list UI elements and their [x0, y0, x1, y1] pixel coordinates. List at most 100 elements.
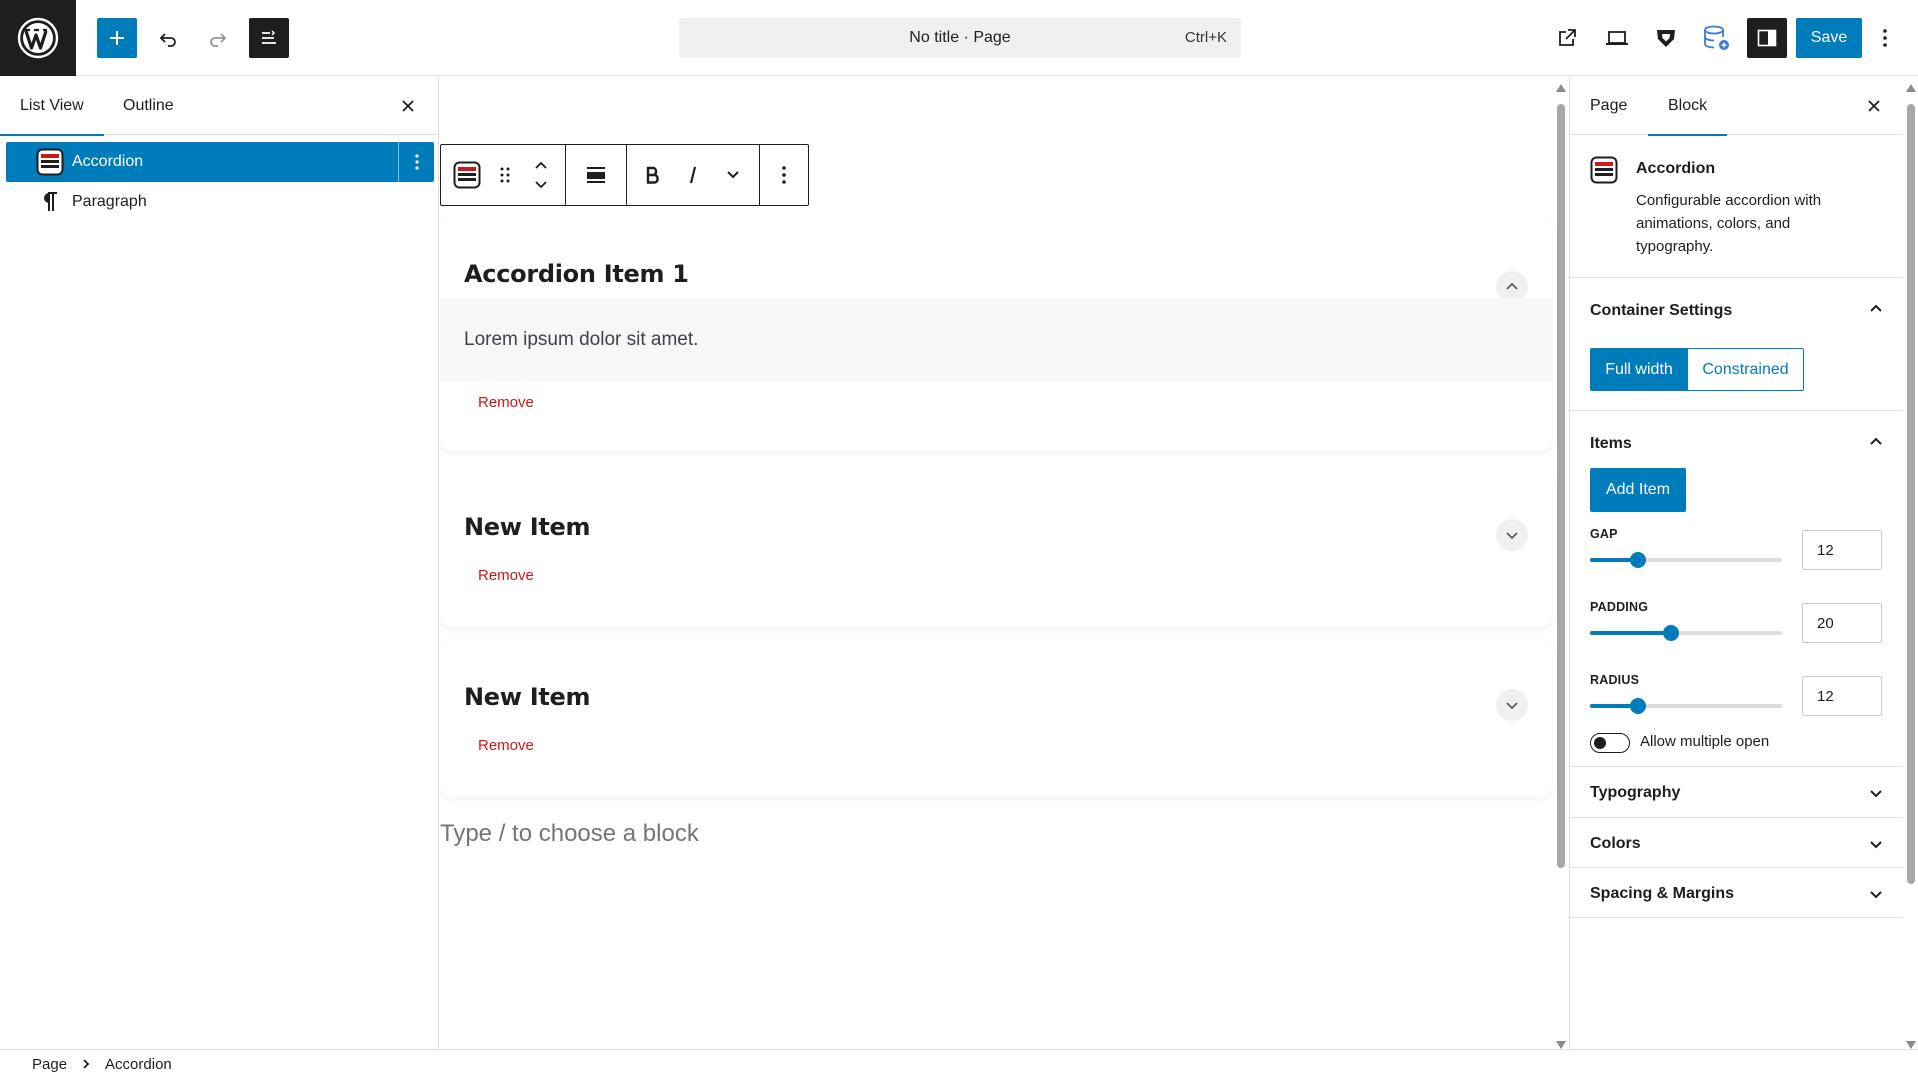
gap-input[interactable]: 12 — [1802, 530, 1882, 570]
redo-icon — [210, 33, 227, 47]
breadcrumb-page[interactable]: Page — [20, 1056, 79, 1073]
settings-scrollbar-track[interactable] — [1904, 84, 1916, 1049]
close-icon — [402, 100, 414, 112]
preview-button[interactable] — [1597, 18, 1637, 58]
list-view-item-accordion[interactable]: Accordion — [6, 142, 434, 182]
scroll-up-arrow[interactable] — [1556, 84, 1566, 92]
radius-slider[interactable] — [1590, 697, 1782, 715]
view-page-button[interactable] — [1547, 18, 1587, 58]
width-toggle-group: Full width Constrained — [1590, 348, 1804, 391]
remove-item-button[interactable]: Remove — [478, 737, 534, 754]
allow-multiple-open-toggle[interactable] — [1590, 733, 1630, 753]
tab-outline[interactable]: Outline — [103, 76, 194, 135]
block-options-button[interactable] — [766, 145, 802, 205]
accordion-item-title[interactable]: New Item — [464, 683, 590, 711]
block-options-button[interactable] — [398, 142, 434, 182]
block-card: Accordion Configurable accordion with an… — [1570, 136, 1903, 278]
sidebar-settings-icon — [1757, 29, 1777, 47]
collapse-container-settings[interactable] — [1864, 297, 1888, 321]
undo-button[interactable] — [148, 18, 188, 58]
more-vertical-icon — [1883, 29, 1887, 47]
remove-item-button[interactable]: Remove — [478, 567, 534, 584]
spacing-margins-panel[interactable]: Spacing & Margins — [1570, 868, 1903, 918]
padding-label: PADDING — [1590, 600, 1649, 614]
chevron-up-icon — [1870, 437, 1882, 445]
move-up-down-buttons[interactable] — [523, 145, 559, 205]
container-settings-title[interactable]: Container Settings — [1590, 302, 1732, 320]
drag-handle[interactable] — [487, 145, 523, 205]
spacing-margins-title[interactable]: Spacing & Margins — [1590, 885, 1734, 903]
radius-input[interactable]: 12 — [1802, 676, 1882, 716]
italic-button[interactable] — [673, 145, 713, 205]
add-block-button[interactable] — [97, 18, 137, 58]
list-view-panel: List View Outline Accordion Paragraph — [0, 76, 439, 1049]
toggle-knob — [1594, 737, 1606, 749]
tab-block[interactable]: Block — [1648, 76, 1728, 136]
more-formatting-button[interactable] — [713, 145, 753, 205]
typography-panel[interactable]: Typography — [1570, 767, 1903, 818]
chevron-up-down-icon — [535, 161, 547, 189]
database-plugin-button[interactable] — [1696, 18, 1736, 58]
items-title[interactable]: Items — [1590, 435, 1632, 453]
editor-header: No title · Page Ctrl+K Save — [0, 0, 1918, 76]
close-list-view-button[interactable] — [396, 94, 420, 118]
full-width-option[interactable]: Full width — [1590, 348, 1688, 391]
scrollbar-thumb[interactable] — [1557, 104, 1565, 868]
scrollbar-thumb[interactable] — [1907, 104, 1915, 884]
block-settings-panel: Page Block Accordion Configurable accord… — [1569, 76, 1903, 1049]
accordion-item-title[interactable]: New Item — [464, 513, 590, 541]
block-type-switcher[interactable] — [447, 145, 487, 205]
canvas-scrollbar[interactable] — [1554, 84, 1566, 1049]
scroll-down-arrow[interactable] — [1906, 1041, 1916, 1049]
options-menu-button[interactable] — [1870, 18, 1900, 58]
gap-label: GAP — [1590, 527, 1618, 541]
wordpress-logo-icon[interactable] — [0, 0, 76, 76]
slider-thumb[interactable] — [1630, 698, 1646, 714]
expand-spacing-margins[interactable] — [1864, 882, 1888, 906]
desktop-preview-icon — [1606, 31, 1628, 45]
expand-typography[interactable] — [1864, 781, 1888, 805]
settings-sidebar-button[interactable] — [1747, 18, 1787, 58]
tab-page[interactable]: Page — [1570, 76, 1647, 135]
list-view-item-paragraph[interactable]: Paragraph — [6, 182, 434, 222]
redo-button[interactable] — [198, 18, 238, 58]
breadcrumb-accordion[interactable]: Accordion — [93, 1056, 184, 1073]
padding-input[interactable]: 20 — [1802, 603, 1882, 643]
database-icon — [1704, 25, 1729, 50]
shield-plugin-button[interactable] — [1646, 18, 1686, 58]
more-vertical-icon — [782, 166, 786, 184]
padding-slider[interactable] — [1590, 624, 1782, 642]
accordion-item-title[interactable]: Accordion Item 1 — [464, 260, 689, 288]
chevron-down-icon — [1870, 841, 1882, 849]
constrained-option[interactable]: Constrained — [1688, 348, 1804, 391]
colors-panel[interactable]: Colors — [1570, 818, 1903, 868]
settings-scrollbar[interactable] — [1904, 84, 1916, 1049]
slider-thumb[interactable] — [1630, 552, 1646, 568]
accordion-expand-button[interactable] — [1496, 519, 1528, 551]
scroll-up-arrow[interactable] — [1906, 84, 1916, 92]
typography-title[interactable]: Typography — [1590, 784, 1680, 802]
remove-item-button[interactable]: Remove — [478, 394, 534, 411]
alignment-group — [566, 145, 627, 205]
add-item-button[interactable]: Add Item — [1590, 468, 1686, 512]
block-appender-placeholder[interactable]: Type / to choose a block — [440, 820, 699, 848]
slider-thumb[interactable] — [1662, 625, 1679, 641]
container-settings-panel: Container Settings Full width Constraine… — [1570, 278, 1903, 411]
collapse-items[interactable] — [1864, 430, 1888, 454]
expand-colors[interactable] — [1864, 832, 1888, 856]
document-overview-button[interactable] — [249, 18, 289, 58]
bold-button[interactable] — [633, 145, 673, 205]
drag-handle-icon — [500, 167, 510, 183]
accordion-item-content[interactable]: Lorem ipsum dolor sit amet. — [440, 298, 1552, 382]
tab-list-view[interactable]: List View — [0, 76, 104, 136]
align-button[interactable] — [572, 145, 620, 205]
command-palette-button[interactable]: No title · Page Ctrl+K — [679, 18, 1241, 58]
radius-label: RADIUS — [1590, 673, 1640, 687]
close-settings-button[interactable] — [1862, 94, 1886, 118]
save-button[interactable]: Save — [1796, 18, 1862, 58]
formatting-group — [627, 145, 760, 205]
colors-title[interactable]: Colors — [1590, 835, 1641, 853]
accordion-expand-button[interactable] — [1496, 689, 1528, 721]
gap-slider[interactable] — [1590, 551, 1782, 569]
scroll-down-arrow[interactable] — [1556, 1041, 1566, 1049]
